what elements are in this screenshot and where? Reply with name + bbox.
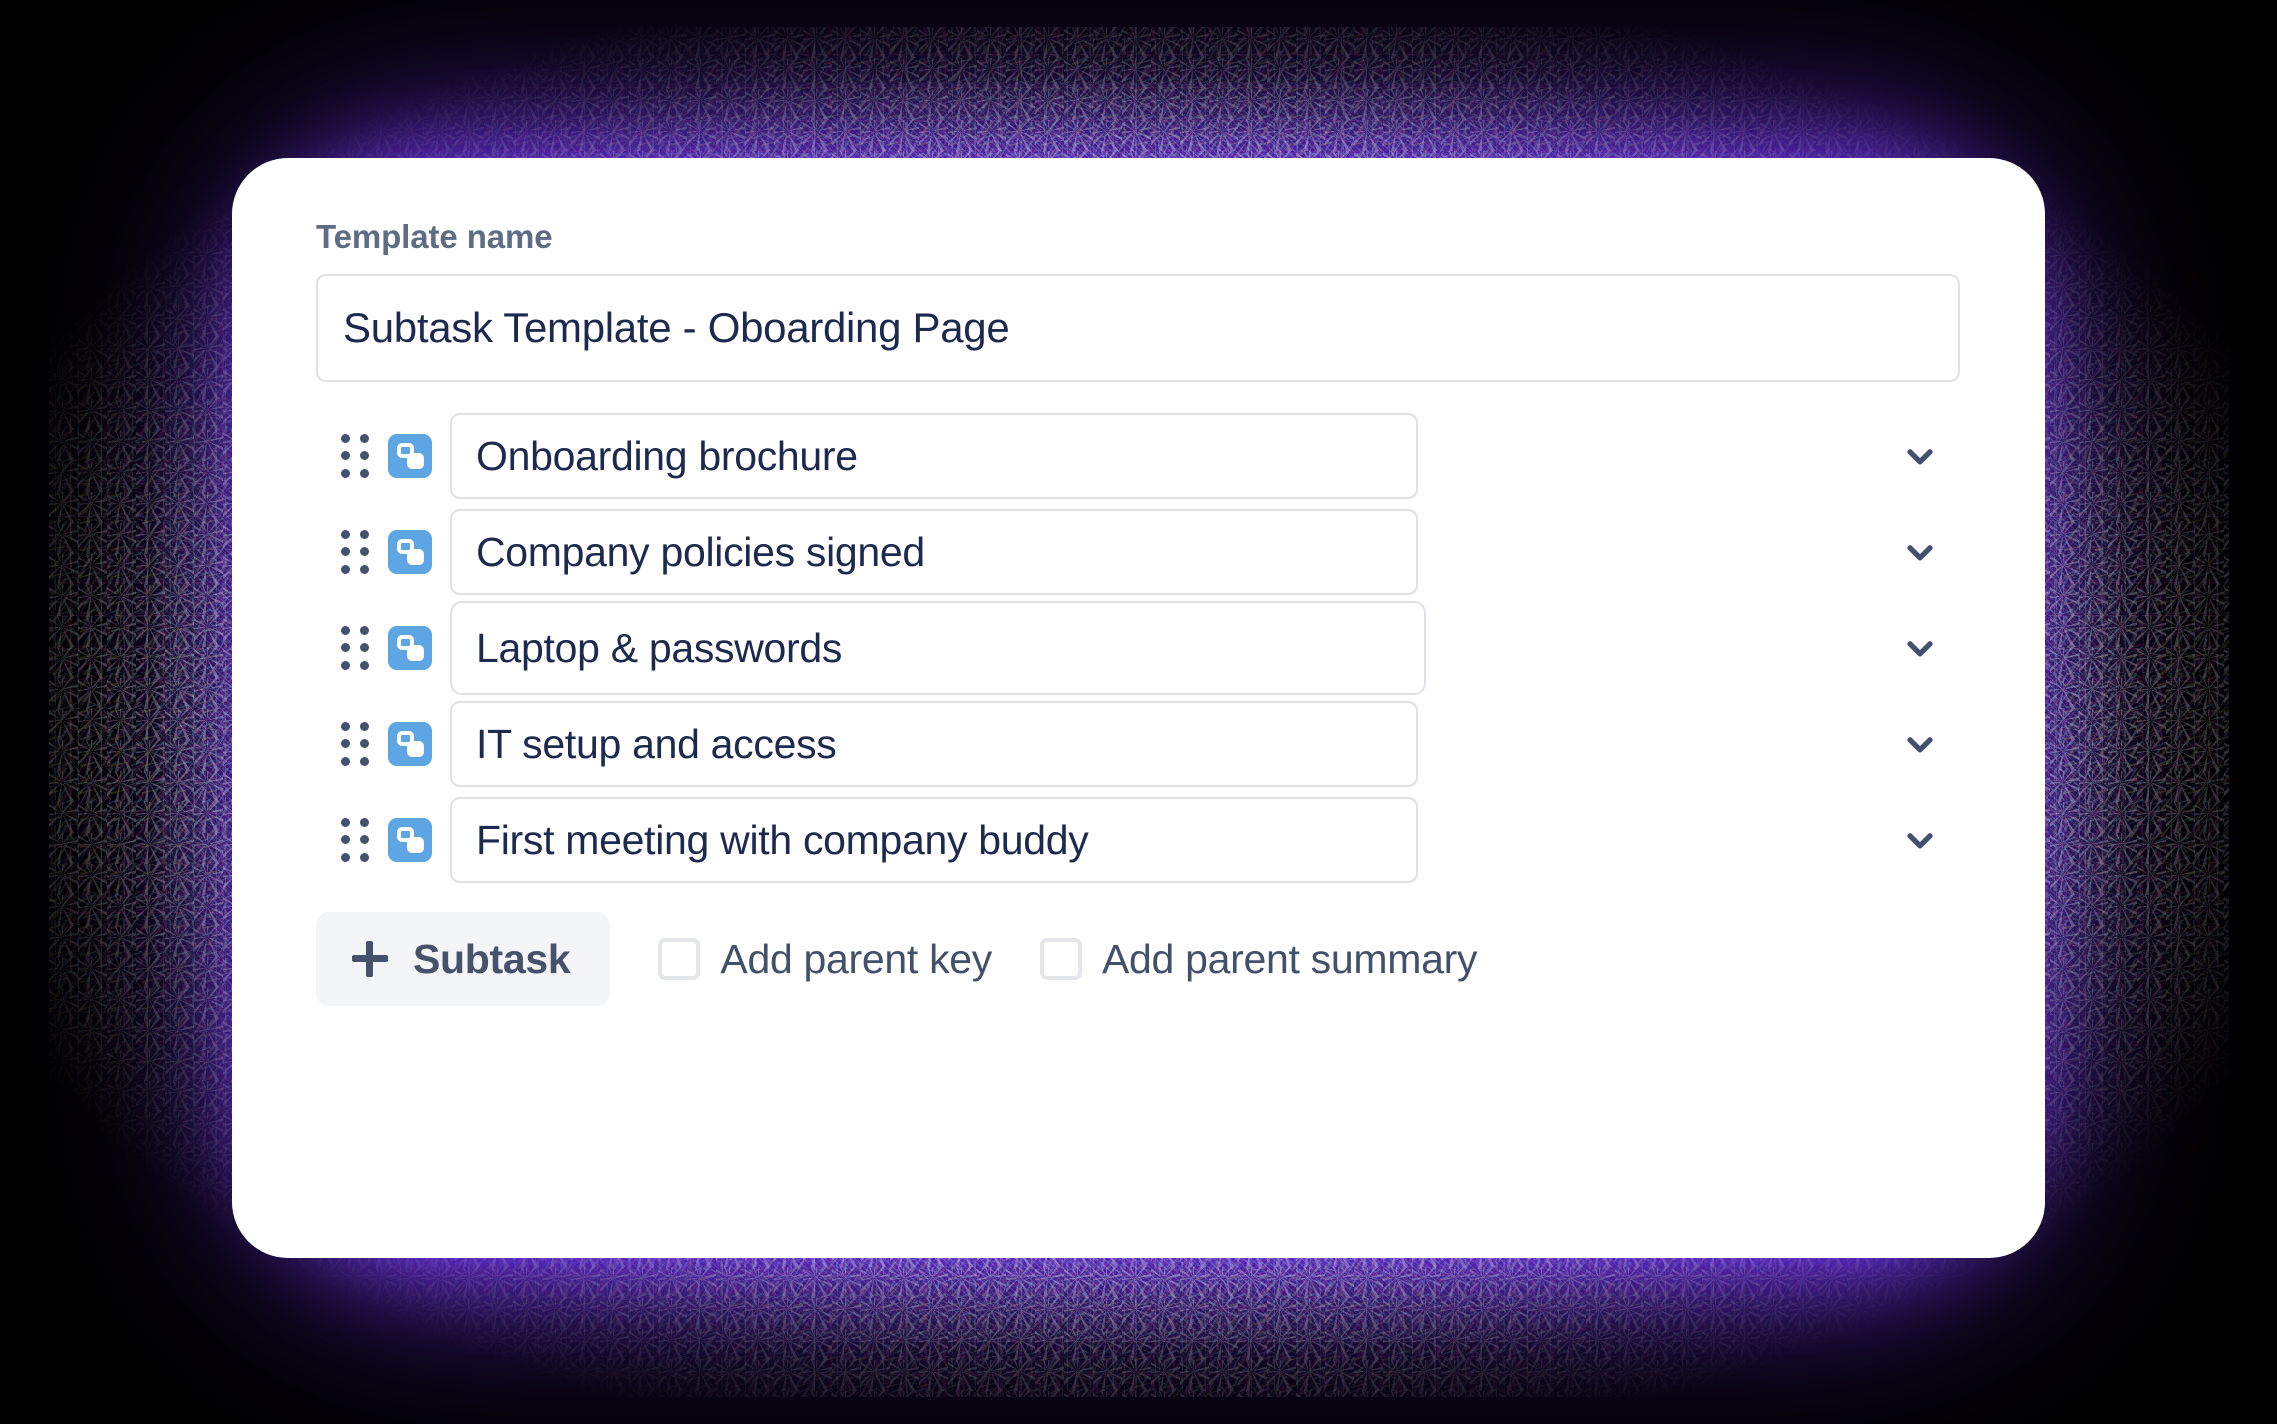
subtask-input[interactable]: First meeting with company buddy: [450, 797, 1418, 883]
drag-handle-dot: [360, 852, 369, 862]
template-name-input[interactable]: Subtask Template - Oboarding Page: [316, 274, 1960, 382]
page-background: Template name Subtask Template - Oboardi…: [0, 0, 2277, 1424]
checkbox-add-parent-summary[interactable]: Add parent summary: [1040, 938, 1477, 980]
subtask-input-value: IT setup and access: [476, 720, 837, 767]
action-bar: Subtask Add parent key Add parent summary: [316, 912, 1961, 1006]
drag-handle-dot: [341, 530, 350, 540]
checkbox-box-icon[interactable]: [1040, 938, 1082, 980]
subtask-icon-front-square: [407, 741, 424, 757]
checkbox-label: Add parent summary: [1102, 935, 1478, 982]
subtask-input[interactable]: Laptop & passwords: [450, 601, 1426, 695]
subtask-row: Onboarding brochure: [316, 410, 1961, 502]
drag-handle-dot: [360, 818, 369, 828]
drag-handle-dot: [360, 564, 369, 574]
subtask-row: Company policies signed: [316, 506, 1961, 598]
drag-handle-icon[interactable]: [336, 430, 374, 482]
drag-handle-dot: [341, 564, 350, 574]
subtask-list: Onboarding brochure Company policies sign…: [316, 410, 1961, 886]
plus-icon: [352, 941, 388, 977]
drag-handle-dot: [341, 660, 350, 670]
drag-handle-dot: [341, 451, 350, 461]
subtask-input[interactable]: Company policies signed: [450, 509, 1418, 595]
drag-handle-dot: [341, 626, 350, 636]
subtask-icon-front-square: [407, 453, 424, 469]
drag-handle-dot: [341, 547, 350, 557]
drag-handle-dot: [360, 547, 369, 557]
drag-handle-dot: [360, 530, 369, 540]
checkbox-add-parent-key[interactable]: Add parent key: [658, 938, 992, 980]
template-name-value: Subtask Template - Oboarding Page: [343, 304, 1010, 351]
drag-handle-icon[interactable]: [336, 718, 374, 770]
chevron-down-icon[interactable]: [1885, 421, 1955, 491]
drag-handle-dot: [360, 434, 369, 444]
subtask-input[interactable]: Onboarding brochure: [450, 413, 1418, 499]
add-subtask-button[interactable]: Subtask: [316, 912, 611, 1006]
template-name-label: Template name: [316, 218, 553, 255]
subtask-input-value: Laptop & passwords: [476, 624, 843, 671]
drag-handle-dot: [360, 739, 369, 749]
drag-handle-dot: [341, 818, 350, 828]
drag-handle-dot: [341, 643, 350, 653]
chevron-down-icon[interactable]: [1885, 709, 1955, 779]
chevron-down-icon[interactable]: [1885, 805, 1955, 875]
subtask-template-card: Template name Subtask Template - Oboardi…: [232, 158, 2045, 1258]
subtask-row: IT setup and access: [316, 698, 1961, 790]
subtask-input-value: First meeting with company buddy: [476, 816, 1089, 863]
subtask-row: First meeting with company buddy: [316, 794, 1961, 886]
subtask-icon: [388, 434, 432, 478]
subtask-icon-front-square: [407, 645, 424, 661]
drag-handle-dot: [341, 468, 350, 478]
drag-handle-dot: [360, 626, 369, 636]
subtask-icon: [388, 818, 432, 862]
drag-handle-dot: [360, 643, 369, 653]
drag-handle-dot: [341, 722, 350, 732]
subtask-input-value: Company policies signed: [476, 528, 925, 575]
drag-handle-dot: [360, 660, 369, 670]
drag-handle-dot: [341, 739, 350, 749]
subtask-input-value: Onboarding brochure: [476, 432, 858, 479]
drag-handle-dot: [341, 756, 350, 766]
drag-handle-dot: [360, 722, 369, 732]
subtask-icon: [388, 722, 432, 766]
drag-handle-dot: [360, 451, 369, 461]
chevron-down-icon[interactable]: [1885, 613, 1955, 683]
subtask-icon-front-square: [407, 837, 424, 853]
chevron-down-icon[interactable]: [1885, 517, 1955, 587]
subtask-icon-front-square: [407, 549, 424, 565]
drag-handle-dot: [360, 835, 369, 845]
drag-handle-dot: [341, 835, 350, 845]
drag-handle-dot: [360, 756, 369, 766]
subtask-row: Laptop & passwords: [316, 601, 1961, 695]
drag-handle-dot: [360, 468, 369, 478]
subtask-icon: [388, 626, 432, 670]
add-subtask-label: Subtask: [413, 935, 571, 982]
drag-handle-icon[interactable]: [336, 814, 374, 866]
checkbox-label: Add parent key: [720, 935, 992, 982]
checkbox-container: Add parent key Add parent summary: [610, 938, 1477, 980]
drag-handle-dot: [341, 852, 350, 862]
checkbox-box-icon[interactable]: [658, 938, 701, 980]
subtask-input[interactable]: IT setup and access: [450, 701, 1418, 787]
drag-handle-icon[interactable]: [336, 526, 374, 578]
drag-handle-icon[interactable]: [336, 622, 374, 674]
drag-handle-dot: [341, 434, 350, 444]
subtask-icon: [388, 530, 432, 574]
